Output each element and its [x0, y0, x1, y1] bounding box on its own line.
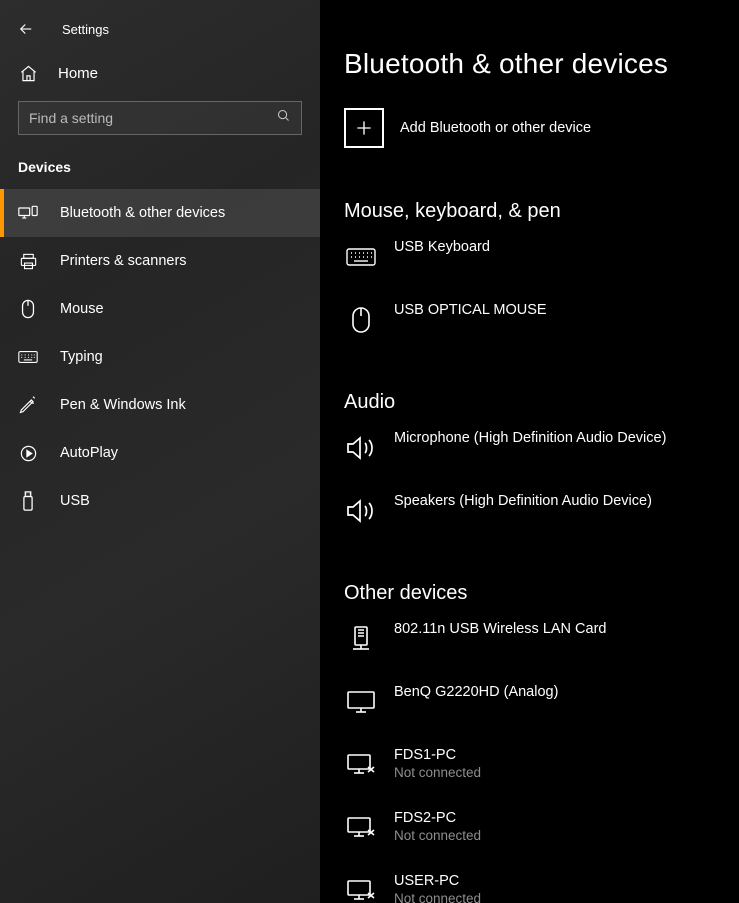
device-speakers[interactable]: Speakers (High Definition Audio Device) — [344, 493, 739, 528]
printer-icon — [18, 252, 38, 271]
plus-icon — [344, 108, 384, 148]
nav-usb[interactable]: USB — [0, 477, 320, 525]
device-name: 802.11n USB Wireless LAN Card — [394, 621, 607, 637]
device-status: Not connected — [394, 765, 481, 780]
device-fds1-pc[interactable]: FDS1-PC Not connected — [344, 747, 739, 782]
nav-typing[interactable]: Typing — [0, 333, 320, 381]
arrow-left-icon — [17, 20, 35, 38]
device-name: Speakers (High Definition Audio Device) — [394, 493, 652, 509]
home-label: Home — [58, 65, 98, 82]
usb-icon — [18, 491, 38, 511]
nav-autoplay[interactable]: AutoPlay — [0, 429, 320, 477]
nav-printers[interactable]: Printers & scanners — [0, 237, 320, 285]
monitor-icon — [344, 685, 378, 719]
search-input[interactable] — [19, 110, 301, 126]
keyboard-icon — [18, 350, 38, 364]
search-icon — [276, 108, 291, 128]
device-fds2-pc[interactable]: FDS2-PC Not connected — [344, 810, 739, 845]
sidebar: Settings Home Devices Bluetooth & — [0, 0, 320, 903]
search-box[interactable] — [18, 101, 302, 135]
device-status: Not connected — [394, 891, 481, 903]
nav-label: Typing — [60, 349, 103, 365]
home-icon — [18, 64, 38, 83]
mouse-icon — [344, 303, 378, 337]
back-button[interactable] — [16, 19, 36, 39]
category-header: Devices — [0, 149, 320, 189]
device-wlan-card[interactable]: 802.11n USB Wireless LAN Card — [344, 621, 739, 656]
search-container — [0, 101, 320, 149]
nav-label: Mouse — [60, 301, 104, 317]
device-status: Not connected — [394, 828, 481, 843]
device-microphone[interactable]: Microphone (High Definition Audio Device… — [344, 430, 739, 465]
keyboard-icon — [344, 240, 378, 274]
section-mouse-kb-title: Mouse, keyboard, & pen — [344, 200, 739, 223]
device-name: FDS1-PC — [394, 747, 481, 763]
nav-pen[interactable]: Pen & Windows Ink — [0, 381, 320, 429]
device-name: USB OPTICAL MOUSE — [394, 302, 547, 318]
main-panel: Bluetooth & other devices Add Bluetooth … — [320, 0, 739, 903]
nav-label: USB — [60, 493, 90, 509]
remote-pc-icon — [344, 811, 378, 845]
device-usb-mouse[interactable]: USB OPTICAL MOUSE — [344, 302, 739, 337]
remote-pc-icon — [344, 874, 378, 903]
device-name: USB Keyboard — [394, 239, 490, 255]
device-name: USER-PC — [394, 873, 481, 889]
network-card-icon — [344, 622, 378, 656]
page-title: Bluetooth & other devices — [344, 48, 739, 80]
add-device-button[interactable]: Add Bluetooth or other device — [344, 108, 739, 148]
pen-icon — [18, 395, 38, 415]
device-usb-keyboard[interactable]: USB Keyboard — [344, 239, 739, 274]
nav-bluetooth[interactable]: Bluetooth & other devices — [0, 189, 320, 237]
device-name: Microphone (High Definition Audio Device… — [394, 430, 666, 446]
device-name: BenQ G2220HD (Analog) — [394, 684, 558, 700]
home-button[interactable]: Home — [0, 46, 320, 101]
nav-label: Bluetooth & other devices — [60, 205, 225, 221]
add-device-label: Add Bluetooth or other device — [400, 120, 591, 136]
speaker-icon — [344, 431, 378, 465]
device-name: FDS2-PC — [394, 810, 481, 826]
nav-label: AutoPlay — [60, 445, 118, 461]
titlebar: Settings — [0, 12, 320, 46]
section-audio-title: Audio — [344, 391, 739, 414]
section-other-title: Other devices — [344, 582, 739, 605]
nav-label: Pen & Windows Ink — [60, 397, 186, 413]
device-monitor[interactable]: BenQ G2220HD (Analog) — [344, 684, 739, 719]
speaker-icon — [344, 494, 378, 528]
devices-icon — [18, 205, 38, 221]
remote-pc-icon — [344, 748, 378, 782]
window-title: Settings — [62, 22, 109, 37]
device-user-pc[interactable]: USER-PC Not connected — [344, 873, 739, 903]
mouse-icon — [18, 299, 38, 319]
nav-mouse[interactable]: Mouse — [0, 285, 320, 333]
nav-label: Printers & scanners — [60, 253, 187, 269]
autoplay-icon — [18, 444, 38, 463]
